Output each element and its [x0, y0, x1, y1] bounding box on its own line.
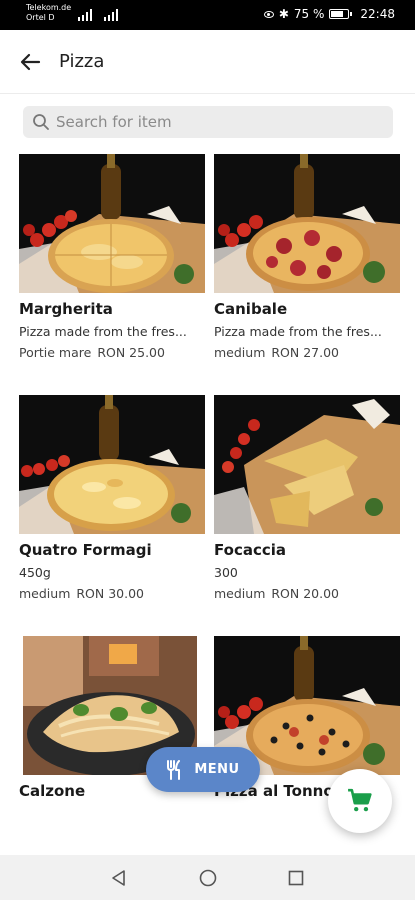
product-meta: medium RON 20.00 — [214, 585, 400, 602]
battery-icon — [329, 9, 353, 19]
clock: 22:48 — [360, 7, 395, 21]
signal-icon — [78, 9, 94, 21]
nav-home-icon — [199, 869, 217, 887]
product-card[interactable]: Quatro Formagi 450g medium RON 30.00 — [19, 395, 205, 602]
eye-comfort-icon — [263, 10, 274, 18]
search-icon — [33, 114, 49, 130]
product-description: Pizza made from the fres... — [19, 324, 187, 339]
menu-button[interactable]: MENU — [146, 747, 260, 792]
cart-button[interactable] — [328, 769, 392, 833]
page-title: Pizza — [59, 51, 105, 72]
product-name: Margherita — [19, 300, 113, 318]
product-image — [214, 395, 400, 534]
nav-recents-button[interactable] — [285, 867, 307, 889]
back-button[interactable] — [12, 44, 48, 80]
carrier-name-secondary: Ortel D — [26, 13, 55, 22]
bluetooth-icon: ✱ — [278, 7, 289, 21]
product-description: Pizza made from the fres... — [214, 324, 382, 339]
product-size: medium — [19, 586, 71, 601]
carrier-name: Telekom.de — [26, 3, 72, 12]
product-name: Focaccia — [214, 541, 287, 559]
product-size: Portie mare — [19, 345, 92, 360]
product-price: RON 30.00 — [76, 586, 145, 601]
product-size: medium — [214, 345, 266, 360]
nav-home-button[interactable] — [197, 867, 219, 889]
product-price: RON 27.00 — [271, 345, 340, 360]
shopping-cart-icon — [348, 788, 372, 812]
product-price: RON 20.00 — [271, 586, 340, 601]
product-meta: medium RON 27.00 — [214, 344, 400, 361]
product-card[interactable]: Margherita Pizza made from the fres... P… — [19, 154, 205, 361]
nav-recents-icon — [288, 870, 304, 886]
product-image — [19, 154, 205, 293]
carrier-info: Telekom.de Ortel D — [26, 3, 71, 23]
product-meta: medium RON 30.00 — [19, 585, 205, 602]
product-name: Canibale — [214, 300, 288, 318]
menu-button-label: MENU — [194, 762, 240, 777]
product-image — [19, 395, 205, 534]
product-card[interactable]: Focaccia 300 medium RON 20.00 — [214, 395, 400, 602]
product-size: medium — [214, 586, 266, 601]
search-bar[interactable] — [23, 106, 393, 138]
status-bar: Telekom.de Ortel D ✱ 75 % 22:48 — [0, 0, 415, 30]
arrow-left-icon — [20, 53, 41, 71]
product-price: RON 25.00 — [97, 345, 165, 360]
product-card[interactable]: Canibale Pizza made from the fres... med… — [214, 154, 400, 361]
product-image — [214, 154, 400, 293]
product-name: Quatro Formagi — [19, 541, 152, 559]
fork-knife-icon — [167, 759, 181, 780]
product-meta: Portie mare RON 25.00 — [19, 344, 205, 361]
product-description: 300 — [214, 565, 238, 580]
nav-back-button[interactable] — [108, 867, 130, 889]
status-indicators: ✱ 75 % 22:48 — [263, 7, 395, 21]
battery-percent: 75 % — [293, 7, 325, 21]
app-bar: Pizza — [0, 30, 415, 94]
signal-icon — [104, 9, 120, 21]
system-nav-bar — [0, 855, 415, 900]
search-input[interactable] — [56, 106, 386, 138]
nav-back-icon — [112, 870, 125, 886]
product-description: 450g — [19, 565, 51, 580]
